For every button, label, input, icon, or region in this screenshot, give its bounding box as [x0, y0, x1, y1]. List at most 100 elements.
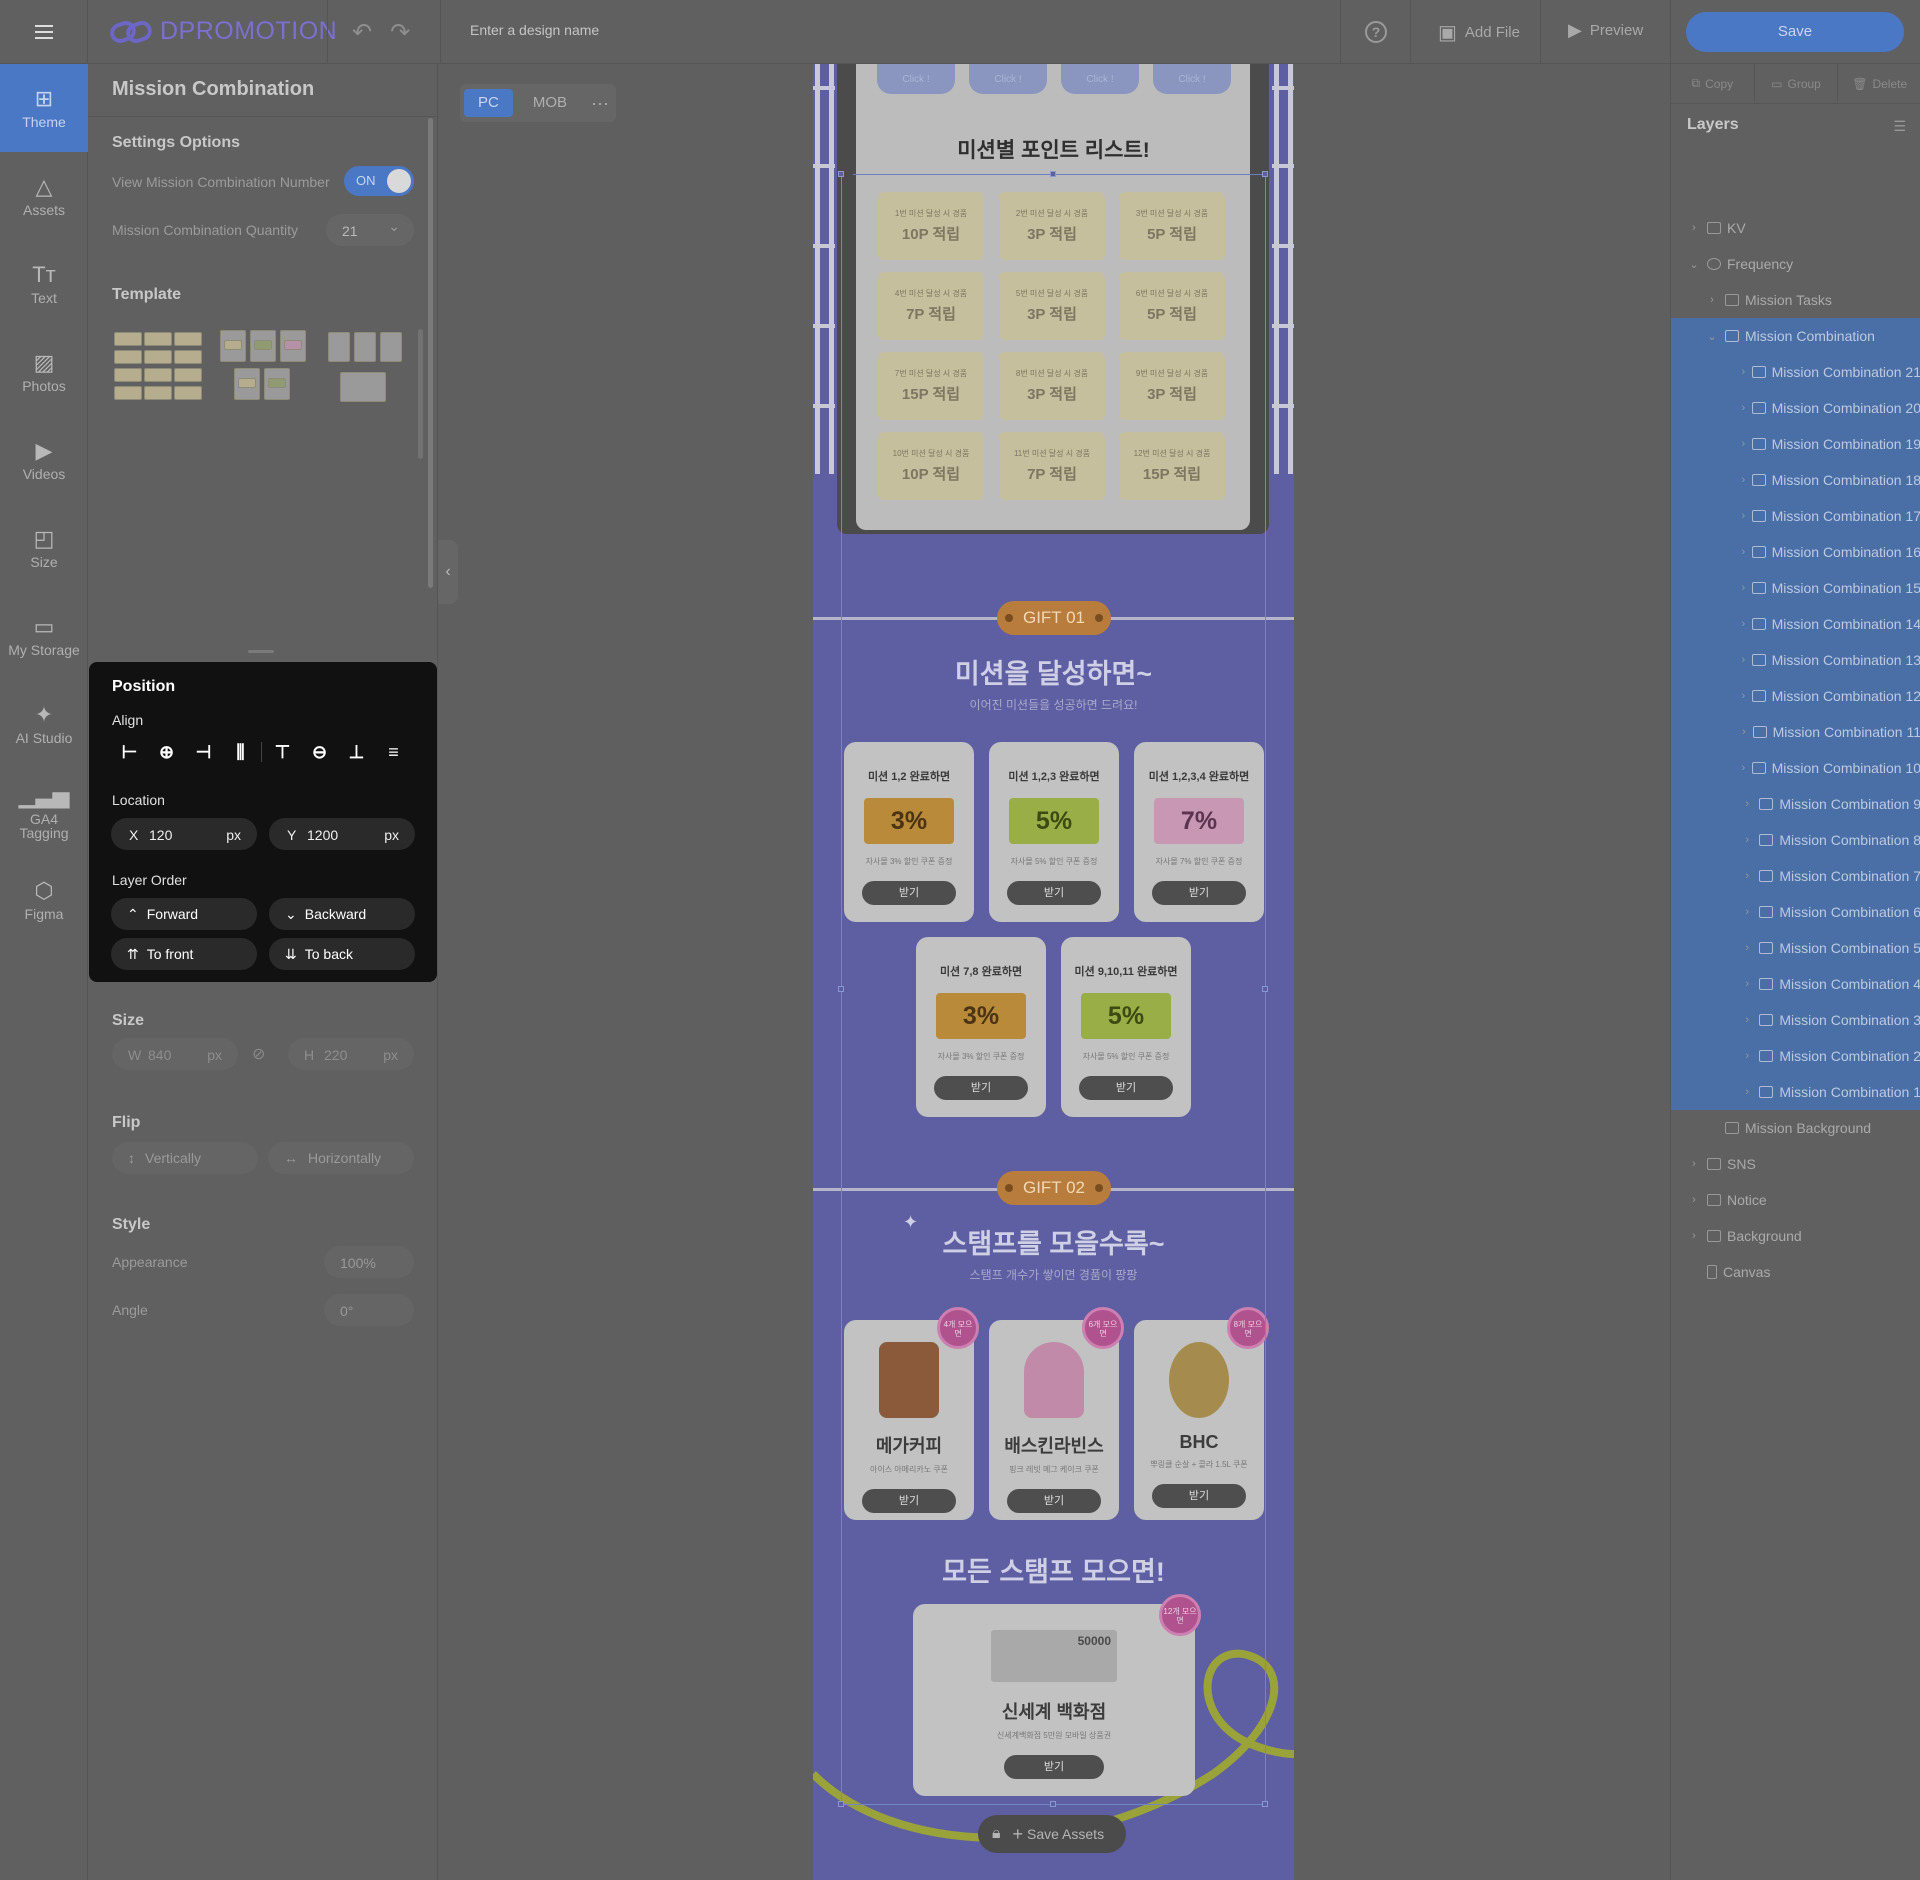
reward-ticket[interactable]: 7번 미션 달성 시 경품 15P 적립	[878, 352, 984, 420]
template-option-2[interactable]	[220, 328, 318, 418]
layer-row[interactable]: › Mission Combination 4	[1671, 966, 1920, 1002]
nav-ai-studio[interactable]: ✦ AI Studio	[0, 680, 88, 768]
nav-theme[interactable]: ⊞ Theme	[0, 64, 88, 152]
chevron-right-icon[interactable]: ›	[1741, 366, 1746, 378]
layer-row[interactable]: › Mission Combination 1	[1671, 1074, 1920, 1110]
receive-button[interactable]: 받기	[934, 1076, 1028, 1100]
nav-assets[interactable]: △ Assets	[0, 152, 88, 240]
save-assets-button[interactable]: 🔒︎ + Save Assets	[978, 1815, 1126, 1853]
coupon-card[interactable]: 미션 1,2 완료하면 3% 자사몰 3% 할인 쿠폰 증정 받기	[844, 742, 974, 922]
panel-scrollbar[interactable]	[428, 118, 433, 588]
coupon-card[interactable]: 미션 1,2,3 완료하면 5% 자사몰 5% 할인 쿠폰 증정 받기	[989, 742, 1119, 922]
appearance-field[interactable]: 100%	[324, 1246, 414, 1278]
layer-row[interactable]: › Mission Combination 6	[1671, 894, 1920, 930]
receive-button[interactable]: 받기	[1007, 1489, 1101, 1513]
layer-row[interactable]: › Mission Combination 16	[1671, 534, 1920, 570]
layer-row[interactable]: ⌄ Mission Combination	[1671, 318, 1920, 354]
unlink-icon[interactable]: ⊘	[252, 1044, 265, 1064]
x-field[interactable]: X 120 px	[111, 818, 257, 850]
reward-ticket[interactable]: 9번 미션 달성 시 경품 3P 적립	[1119, 352, 1225, 420]
chevron-right-icon[interactable]: ›	[1741, 1086, 1753, 1098]
layer-row[interactable]: › Mission Combination 14	[1671, 606, 1920, 642]
chevron-right-icon[interactable]: ›	[1741, 942, 1753, 954]
align-bottom-icon[interactable]: ⊥	[338, 742, 375, 763]
resize-handle[interactable]	[838, 986, 844, 992]
logo[interactable]: DPROMOTION	[110, 17, 337, 46]
chevron-right-icon[interactable]: ›	[1741, 834, 1753, 846]
layer-row[interactable]: › KV	[1671, 210, 1920, 246]
coupon-card[interactable]: 미션 9,10,11 완료하면 5% 자사몰 5% 할인 쿠폰 증정 받기	[1061, 937, 1191, 1117]
nav-size[interactable]: ◰ Size	[0, 504, 88, 592]
layer-row[interactable]: › Mission Combination 8	[1671, 822, 1920, 858]
resize-handle[interactable]	[1262, 1801, 1268, 1807]
chevron-right-icon[interactable]: ›	[1741, 438, 1746, 450]
chevron-right-icon[interactable]: ›	[1741, 474, 1746, 486]
chevron-right-icon[interactable]: ›	[1687, 1194, 1701, 1206]
receive-button[interactable]: 받기	[1152, 1484, 1246, 1508]
layer-row[interactable]: Canvas	[1671, 1254, 1920, 1290]
nav-ga4-tagging[interactable]: ▁▃▅ GA4 Tagging	[0, 768, 88, 856]
chevron-right-icon[interactable]: ›	[1741, 582, 1746, 594]
undo-icon[interactable]: ↶	[352, 18, 372, 47]
view-number-toggle[interactable]: ON	[344, 166, 414, 196]
chevron-right-icon[interactable]: ›	[1741, 906, 1753, 918]
receive-button[interactable]: 받기	[862, 1489, 956, 1513]
quantity-select[interactable]: 21	[326, 214, 414, 246]
reward-ticket[interactable]: 11번 미션 달성 시 경품 7P 적립	[999, 432, 1105, 500]
nav-videos[interactable]: ▶ Videos	[0, 416, 88, 504]
chevron-right-icon[interactable]: ›	[1741, 618, 1746, 630]
delete-button[interactable]: 🗑︎ Delete	[1838, 64, 1920, 103]
layer-row[interactable]: › Mission Combination 11	[1671, 714, 1920, 750]
angle-field[interactable]: 0°	[324, 1294, 414, 1326]
layer-row[interactable]: › Mission Combination 10	[1671, 750, 1920, 786]
chevron-right-icon[interactable]: ›	[1741, 1050, 1753, 1062]
layer-row[interactable]: › Notice	[1671, 1182, 1920, 1218]
distribute-vertical-icon[interactable]: ≡	[375, 742, 412, 763]
help-icon[interactable]: ?	[1365, 21, 1387, 43]
collapse-panel-button[interactable]: ‹	[438, 540, 458, 604]
copy-button[interactable]: ⧉ Copy	[1671, 64, 1755, 103]
stamp-card[interactable]: 메가커피 아이스 아메리카노 쿠폰 받기	[844, 1320, 974, 1520]
template-option-3[interactable]	[328, 328, 426, 418]
chevron-right-icon[interactable]: ›	[1741, 726, 1747, 738]
chevron-down-icon[interactable]: ⌄	[1705, 330, 1719, 343]
layer-row[interactable]: › Mission Combination 5	[1671, 930, 1920, 966]
height-field[interactable]: H 220 px	[288, 1038, 414, 1070]
layer-row[interactable]: › Mission Combination 20	[1671, 390, 1920, 426]
layer-row[interactable]: › Mission Combination 13	[1671, 642, 1920, 678]
design-page[interactable]: Click ! Click ! Click ! Click ! 미션별 포인트 …	[813, 64, 1294, 1880]
resize-handle[interactable]	[838, 171, 844, 177]
coupon-card[interactable]: 미션 1,2,3,4 완료하면 7% 자사몰 7% 할인 쿠폰 증정 받기	[1134, 742, 1264, 922]
chevron-right-icon[interactable]: ›	[1741, 546, 1746, 558]
chevron-right-icon[interactable]: ›	[1705, 294, 1719, 306]
receive-button[interactable]: 받기	[1152, 881, 1246, 905]
save-button[interactable]: Save	[1686, 12, 1904, 52]
forward-button[interactable]: ⌃ Forward	[111, 898, 257, 930]
reward-ticket[interactable]: 4번 미션 달성 시 경품 7P 적립	[878, 272, 984, 340]
nav-my-storage[interactable]: ▭ My Storage	[0, 592, 88, 680]
layer-row[interactable]: › Mission Combination 3	[1671, 1002, 1920, 1038]
grand-prize-card[interactable]: 50000 신세계 백화점 신세계백화점 5만원 모바일 상품권 받기	[913, 1604, 1195, 1796]
drag-handle[interactable]	[248, 650, 274, 653]
design-name-input[interactable]: Enter a design name	[470, 22, 599, 38]
click-button[interactable]: Click !	[1061, 64, 1139, 94]
nav-figma[interactable]: ⬡ Figma	[0, 856, 88, 944]
flip-vertical-button[interactable]: ↕ Vertically	[112, 1142, 258, 1174]
preview-button[interactable]: ▶ Preview	[1568, 20, 1643, 41]
chevron-right-icon[interactable]: ›	[1741, 1014, 1753, 1026]
coupon-card[interactable]: 미션 7,8 완료하면 3% 자사몰 3% 할인 쿠폰 증정 받기	[916, 937, 1046, 1117]
to-back-button[interactable]: ⇊ To back	[269, 938, 415, 970]
layer-row[interactable]: › Mission Combination 21	[1671, 354, 1920, 390]
receive-button[interactable]: 받기	[1004, 1755, 1104, 1779]
chevron-right-icon[interactable]: ›	[1741, 402, 1746, 414]
reward-ticket[interactable]: 6번 미션 달성 시 경품 5P 적립	[1119, 272, 1225, 340]
layer-row[interactable]: › Mission Combination 17	[1671, 498, 1920, 534]
receive-button[interactable]: 받기	[1079, 1076, 1173, 1100]
click-button[interactable]: Click !	[1153, 64, 1231, 94]
reward-ticket[interactable]: 1번 미션 달성 시 경품 10P 적립	[878, 192, 984, 260]
chevron-right-icon[interactable]: ›	[1741, 978, 1753, 990]
stamp-card[interactable]: BHC 뿌링클 순살 + 콜라 1.5L 쿠폰 받기	[1134, 1320, 1264, 1520]
layer-row[interactable]: › Mission Combination 9	[1671, 786, 1920, 822]
redo-icon[interactable]: ↷	[390, 18, 410, 47]
device-mob-tab[interactable]: MOB	[519, 89, 581, 117]
